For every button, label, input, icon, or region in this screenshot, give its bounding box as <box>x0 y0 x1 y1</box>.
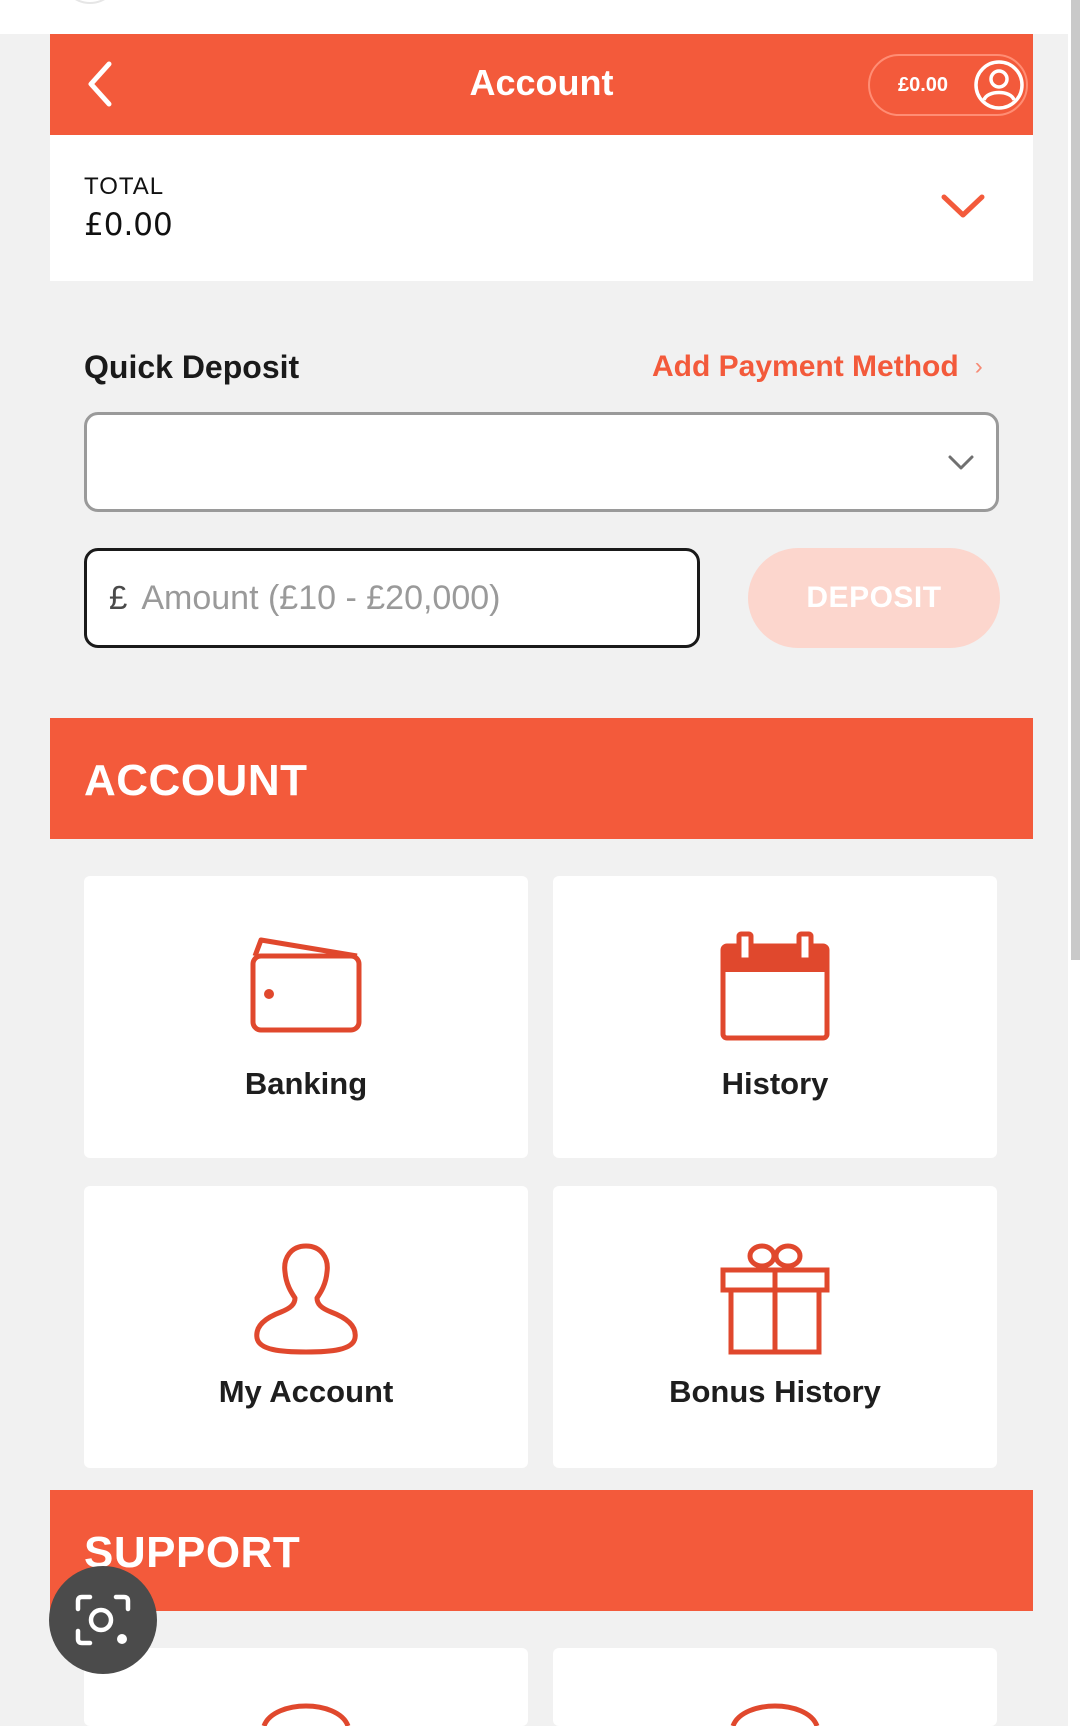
bonus-history-tile[interactable]: Bonus History <box>553 1186 997 1468</box>
my-account-icon-wrap <box>84 1240 528 1356</box>
deposit-button[interactable]: DEPOSIT <box>748 548 1000 648</box>
user-avatar-icon <box>974 60 1024 110</box>
support-icon-partial <box>730 1703 820 1726</box>
calendar-icon <box>720 931 830 1041</box>
currency-symbol: £ <box>109 579 128 616</box>
payment-method-select[interactable] <box>84 412 999 512</box>
chevron-down-icon[interactable] <box>936 187 990 227</box>
lens-search-button[interactable] <box>49 1566 157 1674</box>
header-balance: £0.00 <box>898 73 949 96</box>
banking-icon-wrap <box>84 934 528 1038</box>
quick-deposit-label: Quick Deposit <box>84 349 300 385</box>
account-page: Account £0.00 TOTAL £0.00 Quick Deposit … <box>0 0 1080 1726</box>
chevron-right-icon: › <box>974 353 983 380</box>
total-balance-panel: TOTAL £0.00 <box>50 135 1033 281</box>
account-section-title: ACCOUNT <box>84 756 308 805</box>
amount-field[interactable] <box>141 578 682 618</box>
chevron-down-icon <box>948 455 974 470</box>
support-icon-partial <box>261 1703 351 1726</box>
account-section-header: ACCOUNT <box>50 718 1033 839</box>
user-icon <box>254 1243 358 1355</box>
wallet-icon <box>250 937 362 1033</box>
my-account-label: My Account <box>218 1374 394 1409</box>
add-payment-method-link[interactable]: Add Payment Method › <box>652 350 983 384</box>
history-label: History <box>721 1066 829 1101</box>
status-area <box>0 0 1080 34</box>
bonus-history-icon-wrap <box>553 1240 997 1356</box>
history-icon-wrap <box>553 930 997 1042</box>
my-account-tile[interactable]: My Account <box>84 1186 528 1468</box>
support-section-header: SUPPORT <box>50 1490 1033 1611</box>
camera-lens-icon <box>75 1594 131 1646</box>
add-payment-method-label: Add Payment Method <box>652 350 959 383</box>
scrollbar-thumb[interactable] <box>1071 0 1080 960</box>
total-value: £0.00 <box>84 207 173 243</box>
gift-icon <box>720 1243 830 1355</box>
banking-tile[interactable]: Banking <box>84 876 528 1158</box>
support-tile-1[interactable] <box>84 1648 528 1726</box>
balance-button[interactable]: £0.00 <box>868 54 1028 116</box>
bonus-history-label: Bonus History <box>669 1374 881 1409</box>
total-label: TOTAL <box>84 173 165 200</box>
app-header: Account £0.00 <box>50 34 1033 135</box>
support-tile-2[interactable] <box>553 1648 997 1726</box>
banking-label: Banking <box>244 1066 368 1101</box>
amount-input-box[interactable]: £ <box>84 548 700 648</box>
history-tile[interactable]: History <box>553 876 997 1158</box>
